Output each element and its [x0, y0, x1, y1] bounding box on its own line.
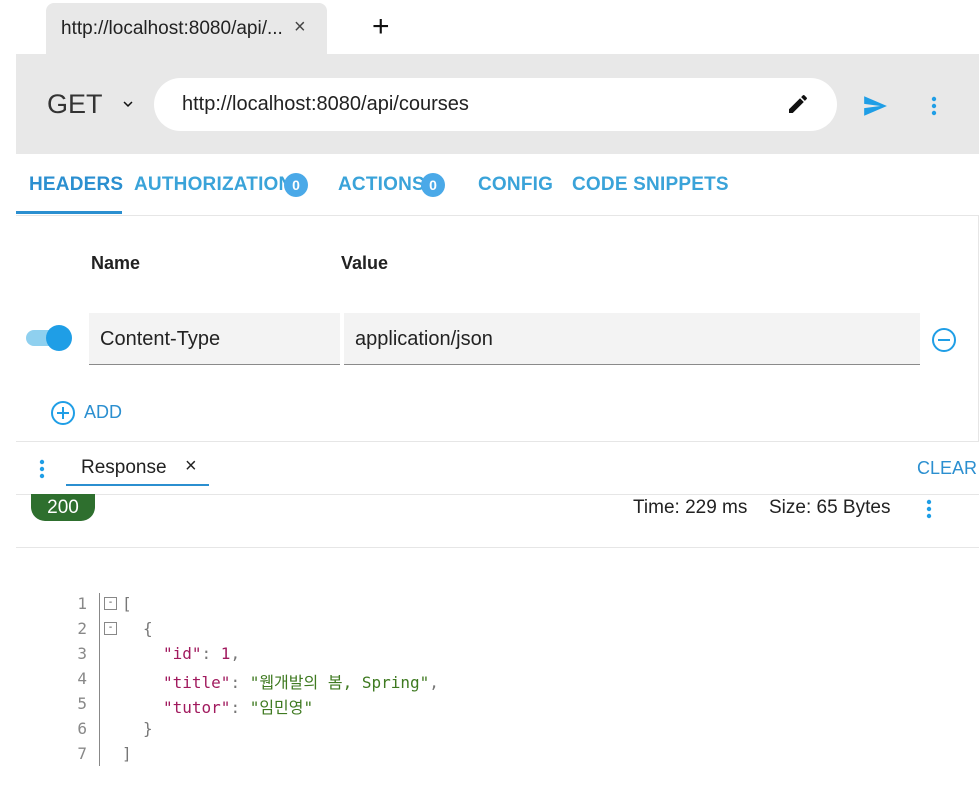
pencil-icon[interactable] [786, 92, 810, 116]
tab-response[interactable]: Response [81, 457, 167, 479]
fold-toggle[interactable]: - [104, 597, 117, 610]
actions-count-badge: 0 [421, 173, 445, 197]
line-number: 7 [77, 744, 87, 763]
divider [16, 441, 979, 442]
column-header-name: Name [91, 253, 141, 273]
json-value: "웹개발의 봄, Spring" [249, 673, 430, 692]
tab-actions[interactable]: ACTIONS [338, 174, 425, 196]
code-token: ] [122, 744, 132, 763]
json-comma: , [230, 644, 241, 663]
close-icon[interactable]: × [294, 16, 306, 39]
tab-response-indicator [66, 484, 209, 486]
tab-config[interactable]: CONFIG [478, 174, 553, 196]
tab-headers[interactable]: HEADERS [29, 174, 123, 196]
code-line: "id": 1, [163, 644, 240, 663]
code-token: { [143, 619, 153, 638]
json-key: "title" [163, 673, 231, 692]
minus-circle-icon[interactable] [931, 327, 957, 353]
authorization-count-badge: 0 [284, 173, 308, 197]
line-number: 5 [77, 694, 87, 713]
close-icon[interactable]: × [185, 455, 197, 478]
code-line: "tutor": "임민영" [163, 694, 313, 718]
method-select[interactable]: GET [47, 89, 103, 120]
code-token: } [143, 719, 153, 738]
more-vert-icon[interactable] [929, 95, 939, 117]
json-value: 1 [220, 644, 231, 663]
code-token: [ [122, 594, 132, 613]
more-vert-icon[interactable] [924, 498, 934, 520]
plus-circle-icon[interactable] [50, 400, 76, 426]
divider [16, 494, 979, 495]
tab-headers-indicator [16, 211, 122, 214]
header-name-value[interactable]: Content-Type [100, 328, 220, 351]
header-value-value[interactable]: application/json [355, 328, 493, 351]
request-tab-label[interactable]: http://localhost:8080/api/... [61, 18, 283, 40]
divider [16, 547, 979, 548]
line-number: 6 [77, 719, 87, 738]
divider [16, 215, 979, 216]
column-header-value: Value [341, 253, 389, 273]
tab-code-snippets[interactable]: CODE SNIPPETS [572, 174, 729, 196]
toggle-knob[interactable] [46, 325, 72, 351]
json-key: "id" [163, 644, 202, 663]
plus-icon[interactable]: + [372, 10, 390, 44]
clear-button[interactable]: CLEAR [917, 458, 977, 479]
more-vert-icon[interactable] [37, 458, 47, 480]
json-separator: : [230, 698, 250, 717]
response-time: Time: 229 ms [633, 497, 748, 518]
line-number: 4 [77, 669, 87, 688]
code-line: "title": "웹개발의 봄, Spring", [163, 669, 439, 693]
url-text[interactable]: http://localhost:8080/api/courses [182, 93, 469, 116]
gutter-divider [99, 593, 100, 766]
status-badge: 200 [31, 494, 95, 521]
send-icon[interactable] [861, 93, 889, 119]
line-number: 3 [77, 644, 87, 663]
fold-toggle[interactable]: - [104, 622, 117, 635]
json-comma: , [429, 673, 439, 692]
chevron-down-icon[interactable] [119, 95, 137, 113]
add-header-button[interactable]: ADD [84, 402, 122, 423]
json-key: "tutor" [163, 698, 231, 717]
line-number: 1 [77, 594, 87, 613]
json-value: "임민영" [249, 698, 314, 717]
json-separator: : [230, 673, 250, 692]
line-number: 2 [77, 619, 87, 638]
tab-authorization[interactable]: AUTHORIZATION [134, 174, 292, 196]
response-size: Size: 65 Bytes [769, 497, 891, 518]
json-separator: : [201, 644, 221, 663]
